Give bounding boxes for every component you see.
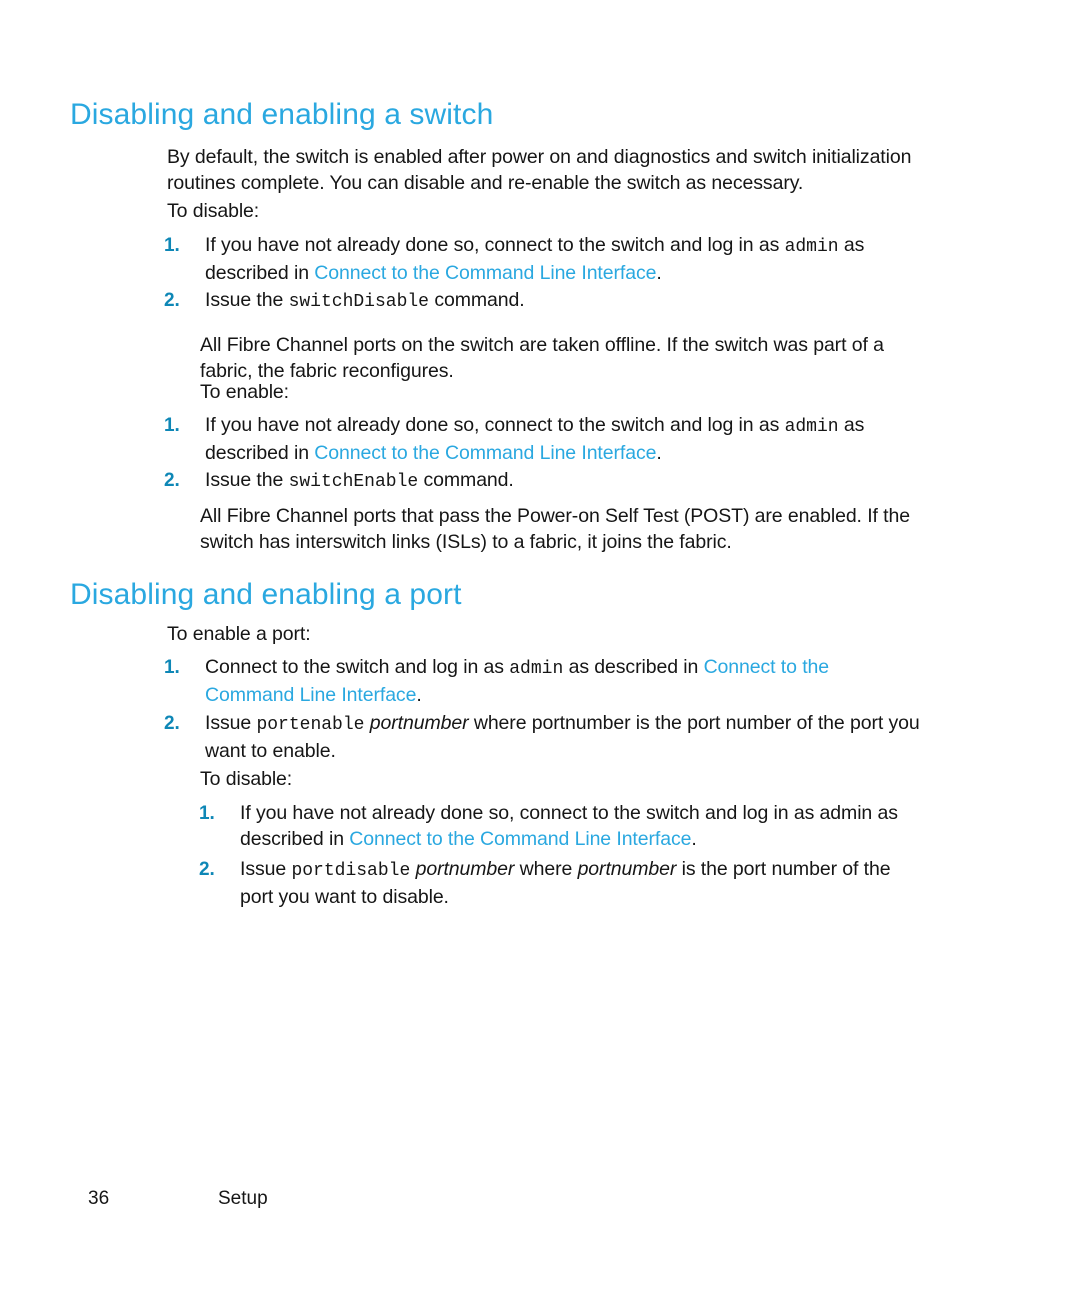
command-admin: admin xyxy=(509,659,564,679)
step-text-before-code: Issue the xyxy=(205,469,289,491)
list-item-text: Connect to the switch and log in as admi… xyxy=(205,655,894,708)
list-item-text: If you have not already done so, connect… xyxy=(205,413,924,466)
list-marker: 2. xyxy=(164,290,180,311)
list-item: 2. Issue portenable portnumber where por… xyxy=(164,711,924,764)
command-admin: admin xyxy=(784,237,839,257)
list-item: 1. If you have not already done so, conn… xyxy=(164,413,924,466)
step-text-before-code: Issue xyxy=(240,858,292,880)
link-connect-to-cli[interactable]: Connect to the Command Line Interface xyxy=(349,828,691,850)
switch-lead-in-enable: To enable: xyxy=(200,381,289,403)
step-text-mid: where xyxy=(514,858,578,880)
switch-lead-in-disable: To disable: xyxy=(167,200,260,222)
step-text-before-code: If you have not already done so, connect… xyxy=(205,414,785,436)
footer-page-number: 36 xyxy=(88,1188,110,1209)
list-item: 1. If you have not already done so, conn… xyxy=(199,801,929,852)
step-text-after-code: command. xyxy=(429,289,525,311)
command-portdisable: portdisable xyxy=(291,861,411,881)
heading-disabling-enabling-port: Disabling and enabling a port xyxy=(70,578,462,611)
list-item-text: Issue portdisable portnumber where portn… xyxy=(240,857,919,910)
list-marker: 2. xyxy=(164,470,180,491)
step-text-after-code: as described in xyxy=(563,656,704,678)
switch-disable-result: All Fibre Channel ports on the switch ar… xyxy=(200,334,884,382)
list-item: 2. Issue the switchEnable command. xyxy=(164,468,924,496)
step-text-end: . xyxy=(656,261,662,284)
switch-enable-result: All Fibre Channel ports that pass the Po… xyxy=(200,505,910,553)
link-connect-to-cli[interactable]: Connect to the Command Line Interface xyxy=(314,262,656,284)
list-marker: 1. xyxy=(164,657,180,678)
port-lead-in-disable: To disable: xyxy=(200,768,293,790)
step-text-before-code: Issue the xyxy=(205,289,289,311)
switch-intro-paragraph: By default, the switch is enabled after … xyxy=(167,146,912,194)
list-marker: 2. xyxy=(199,859,215,880)
footer-section-label: Setup xyxy=(218,1188,268,1209)
list-item: 2. Issue portdisable portnumber where po… xyxy=(199,857,919,910)
heading-disabling-enabling-switch: Disabling and enabling a switch xyxy=(70,98,494,131)
list-marker: 2. xyxy=(164,713,180,734)
command-switchenable: switchEnable xyxy=(288,472,419,492)
command-switchdisable: switchDisable xyxy=(288,292,429,312)
step-text-before-code: Issue xyxy=(205,712,257,734)
list-item-text: Issue the switchDisable command. xyxy=(205,288,924,316)
list-marker: 1. xyxy=(164,235,180,256)
list-marker: 1. xyxy=(164,415,180,436)
port-lead-in-enable: To enable a port: xyxy=(167,623,311,645)
command-portenable: portenable xyxy=(256,715,365,735)
list-item-text: Issue the switchEnable command. xyxy=(205,468,924,496)
step-text-end: . xyxy=(416,683,422,706)
step-text-before-code: Connect to the switch and log in as xyxy=(205,656,510,678)
step-text-end: . xyxy=(691,827,697,850)
document-page: Disabling and enabling a switch By defau… xyxy=(0,0,1080,1296)
param-portnumber-2: portnumber xyxy=(577,858,677,880)
command-admin: admin xyxy=(784,417,839,437)
list-item-text: If you have not already done so, connect… xyxy=(205,233,924,286)
step-text-after-code: command. xyxy=(418,469,514,491)
param-portnumber: portnumber xyxy=(369,712,469,734)
list-item-text: If you have not already done so, connect… xyxy=(240,801,929,852)
list-item-text: Issue portenable portnumber where portnu… xyxy=(205,711,924,764)
list-item: 2. Issue the switchDisable command. xyxy=(164,288,924,316)
param-portnumber: portnumber xyxy=(415,858,515,880)
step-text-before-code: If you have not already done so, connect… xyxy=(205,234,785,256)
list-item: 1. Connect to the switch and log in as a… xyxy=(164,655,894,708)
step-text-end: . xyxy=(656,441,662,464)
link-connect-to-cli[interactable]: Connect to the Command Line Interface xyxy=(314,442,656,464)
list-item: 1. If you have not already done so, conn… xyxy=(164,233,924,286)
list-marker: 1. xyxy=(199,803,215,824)
